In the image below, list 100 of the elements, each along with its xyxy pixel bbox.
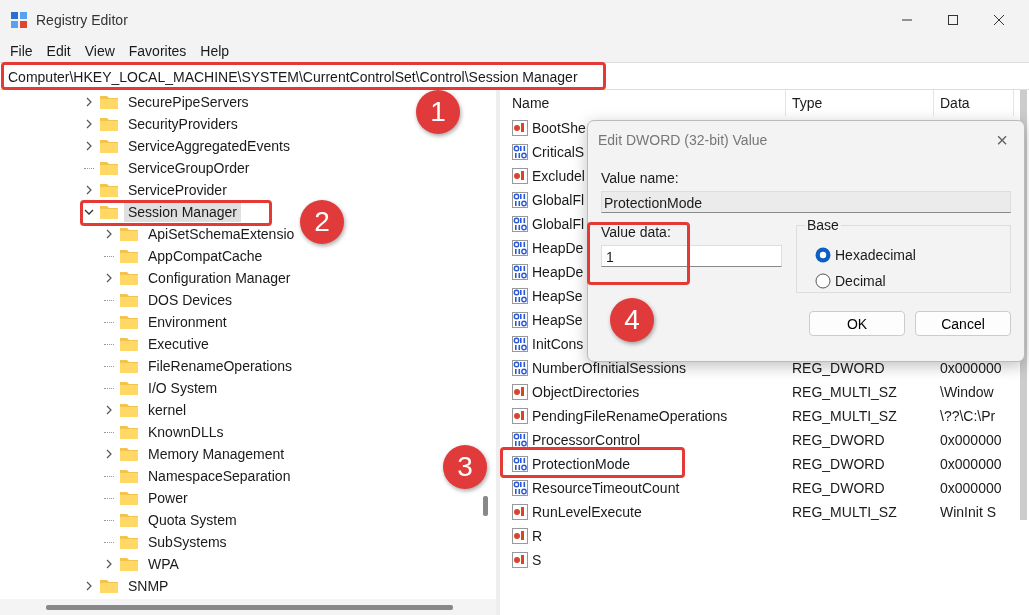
value-type: REG_MULTI_SZ [791, 384, 898, 400]
tree-item[interactable]: kernel [144, 400, 191, 420]
folder-icon [120, 491, 138, 505]
value-data-field[interactable]: 1 [601, 245, 782, 267]
address-field[interactable]: Computer\HKEY_LOCAL_MACHINE\SYSTEM\CurrentControlSet\Control\Session Manager [0, 62, 1029, 90]
cancel-button[interactable]: Cancel [915, 311, 1011, 336]
tree-item[interactable]: WPA [144, 554, 183, 574]
string-value-icon [512, 408, 528, 424]
radio-label[interactable]: Decimal [835, 273, 886, 289]
tree-item[interactable]: Power [144, 488, 192, 508]
value-name[interactable]: ProtectionMode [532, 456, 631, 472]
menu-item[interactable]: Help [200, 43, 230, 59]
menu-item[interactable]: Favorites [128, 43, 187, 59]
chevron-right-icon[interactable] [104, 449, 114, 459]
binary-value-icon [512, 312, 528, 328]
radio-button[interactable] [815, 247, 831, 263]
close-icon[interactable] [993, 14, 1005, 26]
tree-item[interactable]: ServiceAggregatedEvents [124, 136, 294, 156]
value-name[interactable]: Excludel [532, 168, 585, 184]
folder-icon [120, 469, 138, 483]
maximize-icon[interactable] [947, 14, 959, 26]
close-button[interactable]: × [990, 128, 1014, 152]
value-name[interactable]: CriticalS [532, 144, 585, 160]
tree-item[interactable]: Environment [144, 312, 231, 332]
tree-item[interactable]: SubSystems [144, 532, 231, 552]
dialog-title: Edit DWORD (32-bit) Value [598, 132, 768, 148]
value-name[interactable]: HeapDe [532, 240, 584, 256]
chevron-right-icon[interactable] [104, 559, 114, 569]
chevron-right-icon[interactable] [104, 405, 114, 415]
chevron-right-icon[interactable] [104, 229, 114, 239]
value-data: 0x000000 [939, 480, 1003, 496]
radio-label[interactable]: Hexadecimal [835, 247, 916, 263]
binary-value-icon [512, 360, 528, 376]
value-name[interactable]: GlobalFl [532, 216, 585, 232]
value-name[interactable]: BootShe [532, 120, 586, 136]
group-label: Base [805, 217, 841, 233]
chevron-right-icon[interactable] [84, 581, 94, 591]
value-name[interactable]: RunLevelExecute [532, 504, 642, 520]
tree-item[interactable]: Memory Management [144, 444, 289, 464]
value-name[interactable]: R [532, 528, 543, 544]
tree-item[interactable]: AppCompatCache [144, 246, 267, 266]
menu-item[interactable]: View [84, 43, 115, 59]
folder-icon [100, 161, 118, 175]
tree-item[interactable]: KnownDLLs [144, 422, 228, 442]
folder-icon [120, 271, 138, 285]
tree-item[interactable]: ServiceProvider [124, 180, 231, 200]
value-name[interactable]: S [532, 552, 542, 568]
tree-item[interactable]: Session Manager [124, 202, 241, 222]
binary-value-icon [512, 216, 528, 232]
value-name[interactable]: ResourceTimeoutCount [532, 480, 680, 496]
tree-item[interactable]: SecurityProviders [124, 114, 242, 134]
value-name[interactable]: HeapSe [532, 288, 583, 304]
value-name[interactable]: GlobalFl [532, 192, 585, 208]
folder-icon [120, 425, 138, 439]
scrollbar-thumb[interactable] [46, 605, 453, 610]
binary-value-icon [512, 456, 528, 472]
folder-icon [120, 381, 138, 395]
menu-item[interactable]: Edit [46, 43, 71, 59]
value-name-field[interactable]: ProtectionMode [601, 191, 1011, 213]
value-name[interactable]: PendingFileRenameOperations [532, 408, 728, 424]
string-value-icon [512, 120, 528, 136]
tree-item[interactable]: Quota System [144, 510, 241, 530]
tree-item[interactable]: ServiceGroupOrder [124, 158, 254, 178]
tree-item[interactable]: DOS Devices [144, 290, 237, 310]
chevron-right-icon[interactable] [84, 185, 94, 195]
binary-value-icon [512, 240, 528, 256]
tree-item[interactable]: Executive [144, 334, 213, 354]
tree-item[interactable]: FileRenameOperations [144, 356, 296, 376]
chevron-right-icon[interactable] [84, 119, 94, 129]
chevron-down-icon[interactable] [84, 207, 94, 217]
chevron-right-icon[interactable] [84, 141, 94, 151]
folder-icon [120, 249, 138, 263]
string-value-icon [512, 504, 528, 520]
tree-item[interactable]: SecurePipeServers [124, 92, 253, 112]
field-label: Value name: [601, 170, 680, 186]
scrollbar-thumb[interactable] [483, 496, 488, 516]
value-name[interactable]: InitCons [532, 336, 584, 352]
value-name[interactable]: HeapSe [532, 312, 583, 328]
folder-icon [100, 117, 118, 131]
tree-item[interactable]: NamespaceSeparation [144, 466, 295, 486]
tree-item[interactable]: SNMP [124, 576, 173, 596]
chevron-right-icon[interactable] [84, 97, 94, 107]
menu-item[interactable]: File [10, 43, 33, 59]
value-name[interactable]: ProcessorControl [532, 432, 641, 448]
folder-icon [100, 139, 118, 153]
tree-item[interactable]: I/O System [144, 378, 222, 398]
value-name[interactable]: ObjectDirectories [532, 384, 640, 400]
folder-icon [120, 513, 138, 527]
column-header[interactable]: Name [506, 90, 786, 116]
tree-item[interactable]: Configuration Manager [144, 268, 295, 288]
column-header[interactable]: Type [786, 90, 934, 116]
value-name[interactable]: NumberOfInitialSessions [532, 360, 687, 376]
column-header[interactable]: Data [934, 90, 1014, 116]
tree-item[interactable]: ApiSetSchemaExtensio [144, 224, 299, 244]
folder-icon [120, 293, 138, 307]
ok-button[interactable]: OK [809, 311, 905, 336]
radio-button[interactable] [815, 273, 831, 289]
chevron-right-icon[interactable] [104, 273, 114, 283]
value-name[interactable]: HeapDe [532, 264, 584, 280]
value-data: \??\C:\Pr [939, 408, 997, 424]
